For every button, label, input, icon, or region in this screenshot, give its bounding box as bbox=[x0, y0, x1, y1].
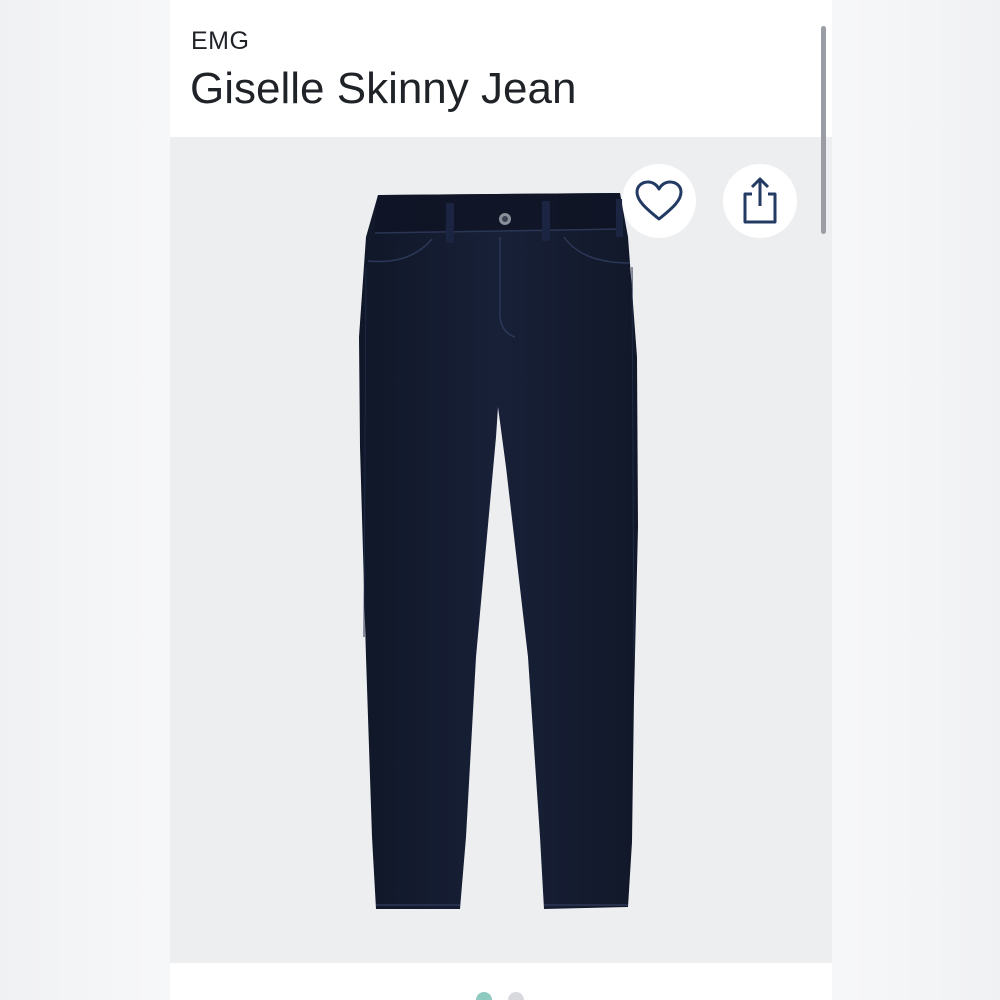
brand-name[interactable]: EMG bbox=[191, 27, 249, 56]
heart-icon bbox=[635, 180, 683, 221]
scrollbar[interactable] bbox=[821, 26, 826, 234]
product-title: Giselle Skinny Jean bbox=[190, 64, 577, 113]
product-screen: EMG Giselle Skinny Jean bbox=[170, 0, 832, 1000]
share-icon bbox=[743, 177, 777, 224]
jeans-illustration bbox=[359, 193, 638, 909]
product-image-gallery[interactable] bbox=[170, 137, 832, 963]
product-header: EMG Giselle Skinny Jean bbox=[170, 0, 832, 137]
carousel-dot[interactable] bbox=[508, 992, 524, 1000]
carousel-indicators bbox=[170, 963, 832, 1000]
product-image bbox=[359, 193, 638, 909]
favorite-button[interactable] bbox=[622, 164, 696, 238]
share-button[interactable] bbox=[723, 164, 797, 238]
carousel-dot[interactable] bbox=[476, 992, 492, 1000]
